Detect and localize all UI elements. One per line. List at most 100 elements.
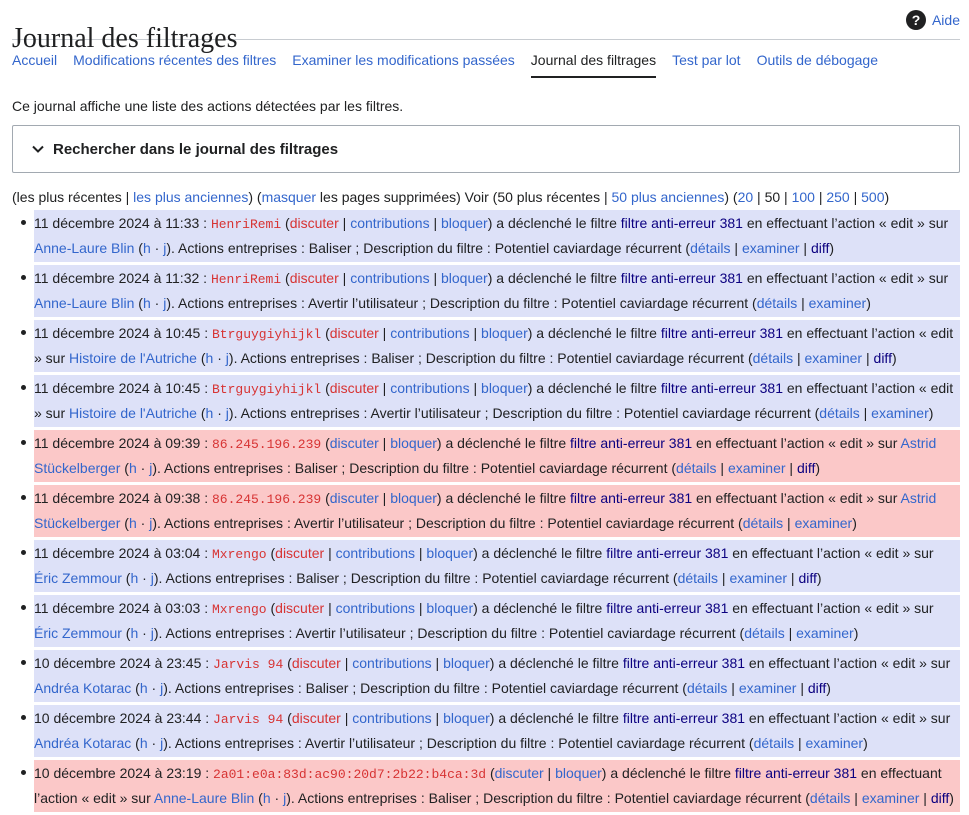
history-link[interactable]: h [206,350,214,366]
history-link[interactable]: h [129,460,137,476]
details-link[interactable]: détails [687,680,727,696]
search-toggle[interactable]: Rechercher dans le journal des filtrages [12,125,960,173]
history-link[interactable]: h [130,625,138,641]
contribs-link[interactable]: contributions [336,545,415,561]
help-link[interactable]: ? Aide [905,10,960,30]
pager-limit-20[interactable]: 20 [738,189,754,205]
filter-link[interactable]: filtre anti-erreur 381 [621,270,743,286]
history-link[interactable]: h [129,515,137,531]
examine-link[interactable]: examiner [806,735,864,751]
pager-oldest-link[interactable]: les plus anciennes [133,189,248,205]
user-link[interactable]: Jarvis 94 [213,657,283,672]
block-link[interactable]: bloquer [390,490,437,506]
diff-short-link[interactable]: j [163,295,166,311]
diff-short-link[interactable]: j [160,735,163,751]
contribs-link[interactable]: contributions [336,600,415,616]
diff-short-link[interactable]: j [160,680,163,696]
diff-short-link[interactable]: j [226,350,229,366]
block-link[interactable]: bloquer [426,600,473,616]
talk-link[interactable]: discuter [290,270,339,286]
examine-link[interactable]: examiner [742,240,800,256]
details-link[interactable]: détails [743,515,783,531]
block-link[interactable]: bloquer [443,710,490,726]
block-link[interactable]: bloquer [426,545,473,561]
details-link[interactable]: détails [754,735,794,751]
tab-batch-test[interactable]: Test par lot [672,49,740,78]
block-link[interactable]: bloquer [390,435,437,451]
page-link[interactable]: Histoire de l'Autriche [69,405,197,421]
contribs-link[interactable]: contributions [390,325,469,341]
details-link[interactable]: détails [757,295,797,311]
page-link[interactable]: Anne-Laure Blin [34,240,134,256]
block-link[interactable]: bloquer [481,325,528,341]
details-link[interactable]: détails [810,790,850,806]
talk-link[interactable]: discuter [290,215,339,231]
page-link[interactable]: Anne-Laure Blin [154,790,254,806]
block-link[interactable]: bloquer [481,380,528,396]
user-link[interactable]: HenriRemi [211,272,281,287]
page-link[interactable]: Éric Zemmour [34,570,122,586]
history-link[interactable]: h [140,680,148,696]
contribs-link[interactable]: contributions [352,710,431,726]
diff-short-link[interactable]: j [149,460,152,476]
tab-examine-past-edits[interactable]: Examiner les modifications passées [292,49,515,78]
talk-link[interactable]: discuter [330,490,379,506]
history-link[interactable]: h [130,570,138,586]
talk-link[interactable]: discuter [495,765,544,781]
examine-link[interactable]: examiner [739,680,797,696]
page-link[interactable]: Anne-Laure Blin [34,295,134,311]
details-link[interactable]: détails [678,570,718,586]
diff-short-link[interactable]: j [226,405,229,421]
page-link[interactable]: Histoire de l'Autriche [69,350,197,366]
user-link[interactable]: 86.245.196.239 [212,492,321,507]
talk-link[interactable]: discuter [330,435,379,451]
examine-link[interactable]: examiner [728,460,786,476]
history-link[interactable]: h [206,405,214,421]
tab-abuse-log[interactable]: Journal des filtrages [530,49,657,78]
block-link[interactable]: bloquer [441,270,488,286]
user-link[interactable]: HenriRemi [211,217,281,232]
pager-limit-500[interactable]: 500 [861,189,884,205]
pager-older-link[interactable]: 50 plus anciennes [611,189,724,205]
page-link[interactable]: Éric Zemmour [34,625,122,641]
examine-link[interactable]: examiner [796,625,854,641]
filter-link[interactable]: filtre anti-erreur 381 [735,765,857,781]
filter-link[interactable]: filtre anti-erreur 381 [623,710,745,726]
examine-link[interactable]: examiner [809,295,867,311]
user-link[interactable]: Mxrengo [212,547,267,562]
history-link[interactable]: h [143,295,151,311]
tab-debug-tools[interactable]: Outils de débogage [757,49,878,78]
details-link[interactable]: détails [753,350,793,366]
page-link[interactable]: Andréa Kotarac [34,735,131,751]
talk-link[interactable]: discuter [275,545,324,561]
user-link[interactable]: 86.245.196.239 [212,437,321,452]
talk-link[interactable]: discuter [275,600,324,616]
details-link[interactable]: détails [690,240,730,256]
block-link[interactable]: bloquer [441,215,488,231]
user-link[interactable]: Jarvis 94 [213,712,283,727]
examine-link[interactable]: examiner [862,790,920,806]
pager-limit-100[interactable]: 100 [792,189,815,205]
user-link[interactable]: Btrguygiyhijkl [212,327,321,342]
diff-short-link[interactable]: j [149,515,152,531]
talk-link[interactable]: discuter [330,325,379,341]
diff-link[interactable]: diff [808,680,826,696]
diff-short-link[interactable]: j [151,625,154,641]
talk-link[interactable]: discuter [292,710,341,726]
diff-short-link[interactable]: j [283,790,286,806]
page-link[interactable]: Andréa Kotarac [34,680,131,696]
contribs-link[interactable]: contributions [390,380,469,396]
diff-link[interactable]: diff [874,350,892,366]
history-link[interactable]: h [263,790,271,806]
filter-link[interactable]: filtre anti-erreur 381 [661,325,783,341]
pager-hide-link[interactable]: masquer [262,189,316,205]
details-link[interactable]: détails [676,460,716,476]
block-link[interactable]: bloquer [443,655,490,671]
examine-link[interactable]: examiner [729,570,787,586]
user-link[interactable]: 2a01:e0a:83d:ac90:20d7:2b22:b4ca:3d [213,767,486,782]
examine-link[interactable]: examiner [795,515,853,531]
diff-short-link[interactable]: j [163,240,166,256]
talk-link[interactable]: discuter [330,380,379,396]
diff-link[interactable]: diff [811,240,829,256]
user-link[interactable]: Mxrengo [212,602,267,617]
